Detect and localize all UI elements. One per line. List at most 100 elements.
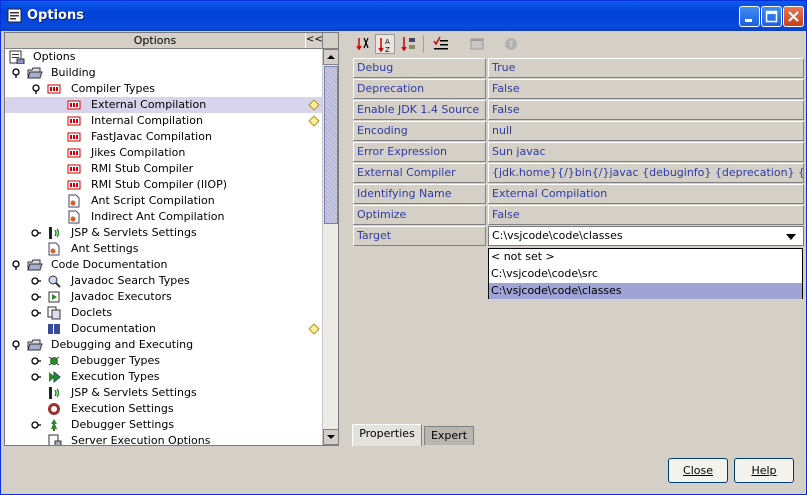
property-row[interactable]: Encoding null (353, 121, 805, 142)
title-bar[interactable]: Options (1, 1, 806, 31)
dropdown-option[interactable]: < not set > (489, 249, 802, 265)
expanded-node-icon[interactable] (11, 340, 21, 350)
tree-item[interactable]: Debugger Settings (5, 417, 322, 433)
tree-item[interactable]: Execution Settings (5, 401, 322, 417)
property-row[interactable]: External Compiler {jdk.home}{/}bin{/}java… (353, 163, 805, 184)
tree-item[interactable]: Debugging and Executing (5, 337, 322, 353)
tree-item[interactable]: Code Documentation (5, 257, 322, 273)
property-value[interactable]: True (488, 58, 804, 78)
scroll-up-button[interactable] (323, 49, 339, 65)
property-row[interactable]: Identifying Name External Compilation (353, 184, 805, 205)
ant-script-icon (48, 242, 60, 256)
tree-item[interactable]: Doclets (5, 305, 322, 321)
customize-button[interactable] (467, 34, 487, 54)
tree-item[interactable]: Building (5, 65, 322, 81)
property-name[interactable]: Debug (353, 58, 486, 78)
property-name[interactable]: Target (353, 226, 486, 246)
property-value[interactable]: {jdk.home}{/}bin{/}javac {debuginfo} {de… (488, 163, 804, 183)
maximize-button[interactable] (761, 6, 782, 27)
property-row[interactable]: Deprecation False (353, 79, 805, 100)
dropdown-option[interactable]: C:\vsjcode\code\classes (489, 283, 802, 299)
property-row[interactable]: Enable JDK 1.4 Source False (353, 100, 805, 121)
tree-item[interactable]: JSP & Servlets Settings (5, 225, 322, 241)
tree-item[interactable]: Execution Types (5, 369, 322, 385)
dropdown-option[interactable]: C:\vsjcode\code\src (489, 266, 802, 282)
help-tool-button[interactable]: ? (501, 34, 521, 54)
collapsed-node-icon[interactable] (31, 372, 41, 382)
close-window-button[interactable] (783, 6, 804, 27)
property-value[interactable]: External Compilation (488, 184, 804, 204)
expanded-node-icon[interactable] (11, 260, 21, 270)
property-name[interactable]: Error Expression (353, 142, 486, 162)
scrollbar-thumb[interactable] (324, 66, 338, 224)
property-value[interactable]: False (488, 79, 804, 99)
collapsed-node-icon[interactable] (31, 276, 41, 286)
modified-marker-icon (308, 323, 320, 335)
property-name[interactable]: Encoding (353, 121, 486, 141)
property-value-text: {jdk.home}{/}bin{/}javac {debuginfo} {de… (492, 166, 803, 179)
scroll-down-button[interactable] (323, 429, 339, 445)
tree-item[interactable]: Indirect Ant Compilation (5, 209, 322, 225)
tree-item[interactable]: Server Execution Options (5, 433, 322, 445)
property-value-text: C:\vsjcode\code\classes (492, 229, 623, 242)
tree-item[interactable]: JSP & Servlets Settings (5, 385, 322, 401)
sort-unsorted-button[interactable] (353, 34, 373, 54)
compiler-icon (67, 148, 81, 158)
tree-scrollbar[interactable] (322, 49, 339, 445)
property-row[interactable]: Debug True (353, 58, 805, 79)
property-row[interactable]: Error Expression Sun javac (353, 142, 805, 163)
expanded-node-icon[interactable] (31, 84, 41, 94)
close-button[interactable]: Close (668, 458, 728, 483)
ant-script-icon (68, 210, 80, 224)
tree-item[interactable]: Compiler Types (5, 81, 322, 97)
property-name[interactable]: Deprecation (353, 79, 486, 99)
tree-item[interactable]: RMI Stub Compiler (IIOP) (5, 177, 322, 193)
tab-expert[interactable]: Expert (424, 426, 474, 445)
property-tabs: Properties Expert (350, 424, 806, 446)
property-value[interactable]: False (488, 205, 804, 225)
property-name[interactable]: Optimize (353, 205, 486, 225)
property-value[interactable]: null (488, 121, 804, 141)
property-value-text: True (492, 61, 516, 74)
property-name[interactable]: Identifying Name (353, 184, 486, 204)
collapse-panel-button[interactable]: << (305, 33, 323, 48)
collapsed-node-icon[interactable] (31, 420, 41, 430)
property-list-button[interactable] (431, 34, 451, 54)
collapsed-node-icon[interactable] (31, 308, 41, 318)
property-row[interactable]: Target C:\vsjcode\code\classes (353, 226, 805, 247)
minimize-button[interactable] (739, 6, 760, 27)
tree-item[interactable]: Jikes Compilation (5, 145, 322, 161)
property-row[interactable]: Optimize False (353, 205, 805, 226)
tree-item[interactable]: Internal Compilation (5, 113, 322, 129)
expanded-node-icon[interactable] (11, 68, 21, 78)
help-button[interactable]: Help (734, 458, 794, 483)
tree-item[interactable]: External Compilation (5, 97, 322, 113)
tree-item[interactable]: Javadoc Search Types (5, 273, 322, 289)
tree-item[interactable]: Ant Settings (5, 241, 322, 257)
tree-item[interactable]: Debugger Types (5, 353, 322, 369)
help-icon: ? (505, 38, 517, 51)
collapsed-node-icon[interactable] (31, 228, 41, 238)
collapsed-node-icon[interactable] (31, 292, 41, 302)
property-value[interactable]: Sun javac (488, 142, 804, 162)
tree-item[interactable]: Javadoc Executors (5, 289, 322, 305)
tree-item[interactable]: Documentation (5, 321, 322, 337)
tree-item[interactable]: FastJavac Compilation (5, 129, 322, 145)
tree-item[interactable]: Ant Script Compilation (5, 193, 322, 209)
target-combo-box[interactable]: C:\vsjcode\code\classes (488, 226, 804, 246)
collapsed-node-icon[interactable] (31, 356, 41, 366)
customize-icon (470, 38, 484, 50)
tab-properties[interactable]: Properties (352, 424, 422, 446)
tree-item-label: Ant Settings (71, 242, 139, 255)
sort-by-name-button[interactable]: A Z (375, 34, 395, 54)
tree-item[interactable]: Options (5, 49, 322, 65)
tree-item[interactable]: RMI Stub Compiler (5, 161, 322, 177)
tree-item-label: Javadoc Executors (71, 290, 172, 303)
property-value-text: False (492, 208, 520, 221)
folder-icon (27, 339, 43, 351)
property-name[interactable]: Enable JDK 1.4 Source (353, 100, 486, 120)
property-name[interactable]: External Compiler (353, 163, 486, 183)
property-value[interactable]: False (488, 100, 804, 120)
sort-by-type-button[interactable] (399, 34, 419, 54)
dropdown-arrow-icon[interactable] (785, 233, 797, 241)
